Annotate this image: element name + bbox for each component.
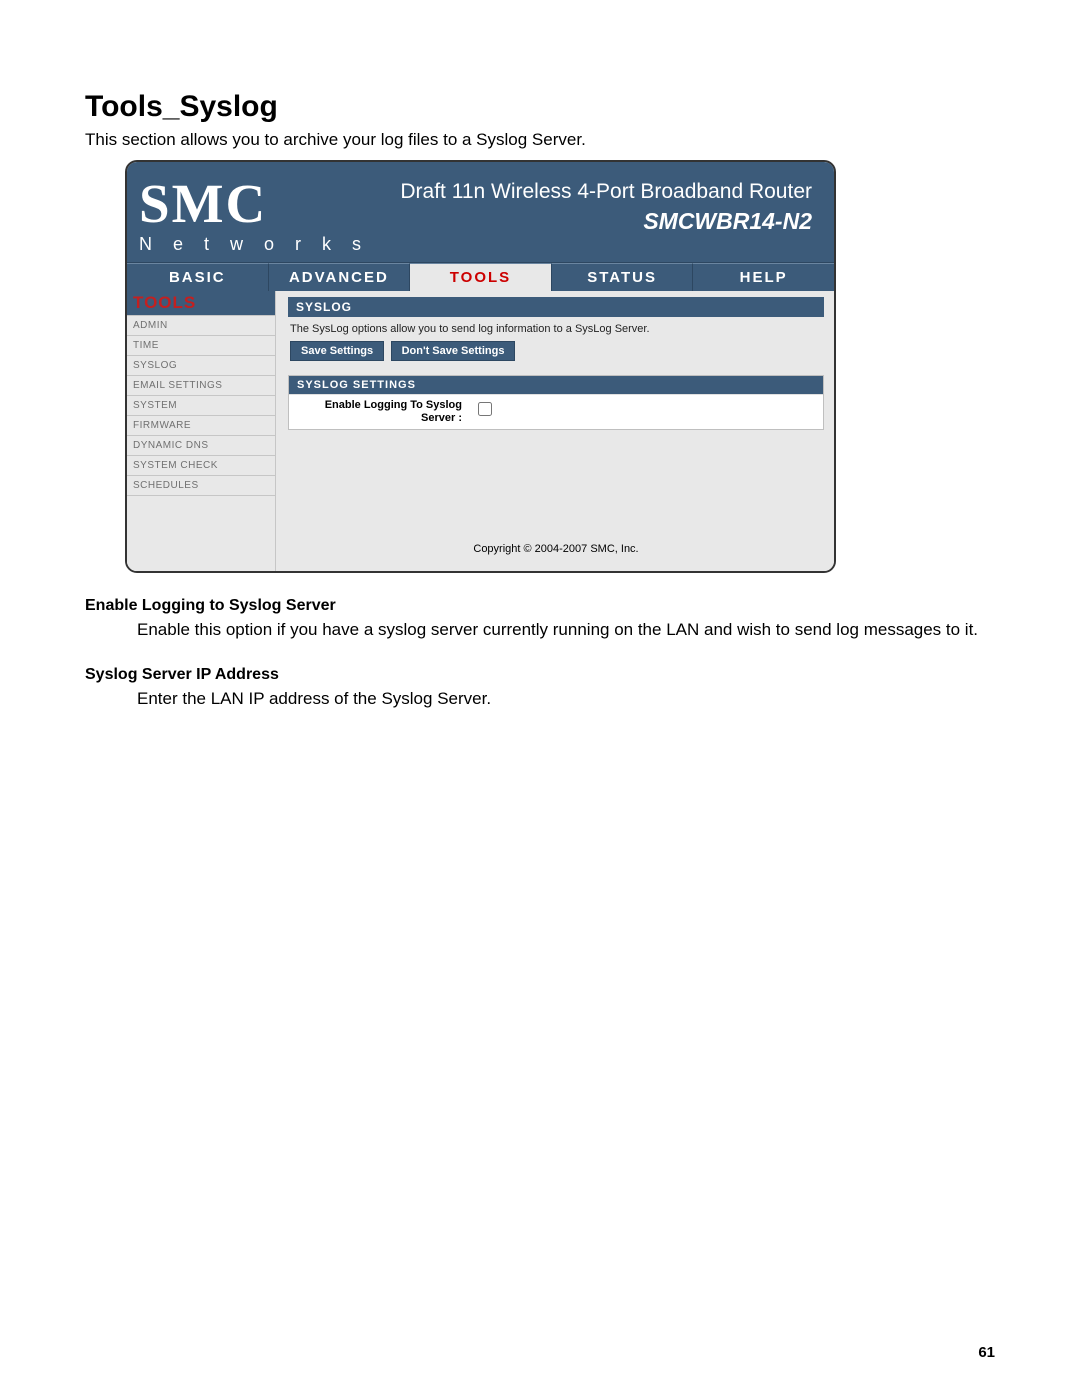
sidebar-item-syslog[interactable]: SYSLOG <box>127 356 275 376</box>
sidebar-item-system[interactable]: SYSTEM <box>127 396 275 416</box>
save-settings-button[interactable]: Save Settings <box>290 341 384 361</box>
product-model: SMCWBR14-N2 <box>400 208 812 235</box>
router-header: SMC N e t w o r k s Draft 11n Wireless 4… <box>127 162 834 262</box>
logo: SMC N e t w o r k s <box>139 176 369 253</box>
enable-logging-checkbox[interactable] <box>478 402 492 416</box>
panel-description: The SysLog options allow you to send log… <box>288 317 824 341</box>
tab-basic[interactable]: BASIC <box>127 263 269 291</box>
tab-status[interactable]: STATUS <box>552 263 694 291</box>
enable-logging-label: Enable Logging To Syslog Server : <box>297 399 462 425</box>
sidebar-item-ddns[interactable]: DYNAMIC DNS <box>127 436 275 456</box>
intro-text: This section allows you to archive your … <box>85 130 995 150</box>
product-title: Draft 11n Wireless 4-Port Broadband Rout… <box>400 180 812 204</box>
sidebar-item-firmware[interactable]: FIRMWARE <box>127 416 275 436</box>
panel-header-syslog: SYSLOG <box>288 297 824 317</box>
section-body-ip-address: Enter the LAN IP address of the Syslog S… <box>137 688 995 711</box>
tab-help[interactable]: HELP <box>693 263 834 291</box>
sidebar-item-schedules[interactable]: SCHEDULES <box>127 476 275 496</box>
sidebar-item-admin[interactable]: ADMIN <box>127 315 275 336</box>
sidebar-item-email[interactable]: EMAIL SETTINGS <box>127 376 275 396</box>
logo-text: SMC <box>139 176 267 231</box>
section-body-enable-logging: Enable this option if you have a syslog … <box>137 619 995 642</box>
sidebar: TOOLS ADMIN TIME SYSLOG EMAIL SETTINGS S… <box>127 291 276 571</box>
dont-save-settings-button[interactable]: Don't Save Settings <box>391 341 516 361</box>
section-title-enable-logging: Enable Logging to Syslog Server <box>85 597 995 615</box>
copyright: Copyright © 2004-2007 SMC, Inc. <box>288 483 824 559</box>
sidebar-title: TOOLS <box>127 291 275 315</box>
router-ui: SMC N e t w o r k s Draft 11n Wireless 4… <box>125 160 836 573</box>
logo-subtext: N e t w o r k s <box>139 235 369 253</box>
page-title: Tools_Syslog <box>85 90 995 124</box>
tab-tools[interactable]: TOOLS <box>410 263 552 291</box>
sidebar-item-systemcheck[interactable]: SYSTEM CHECK <box>127 456 275 476</box>
page-number: 61 <box>978 1344 995 1361</box>
syslog-settings-box: SYSLOG SETTINGS Enable Logging To Syslog… <box>288 375 824 430</box>
syslog-settings-header: SYSLOG SETTINGS <box>289 376 823 394</box>
tab-advanced[interactable]: ADVANCED <box>269 263 411 291</box>
content-area: SYSLOG The SysLog options allow you to s… <box>276 291 834 571</box>
section-title-ip-address: Syslog Server IP Address <box>85 666 995 684</box>
main-tabs: BASIC ADVANCED TOOLS STATUS HELP <box>127 262 834 291</box>
sidebar-item-time[interactable]: TIME <box>127 336 275 356</box>
